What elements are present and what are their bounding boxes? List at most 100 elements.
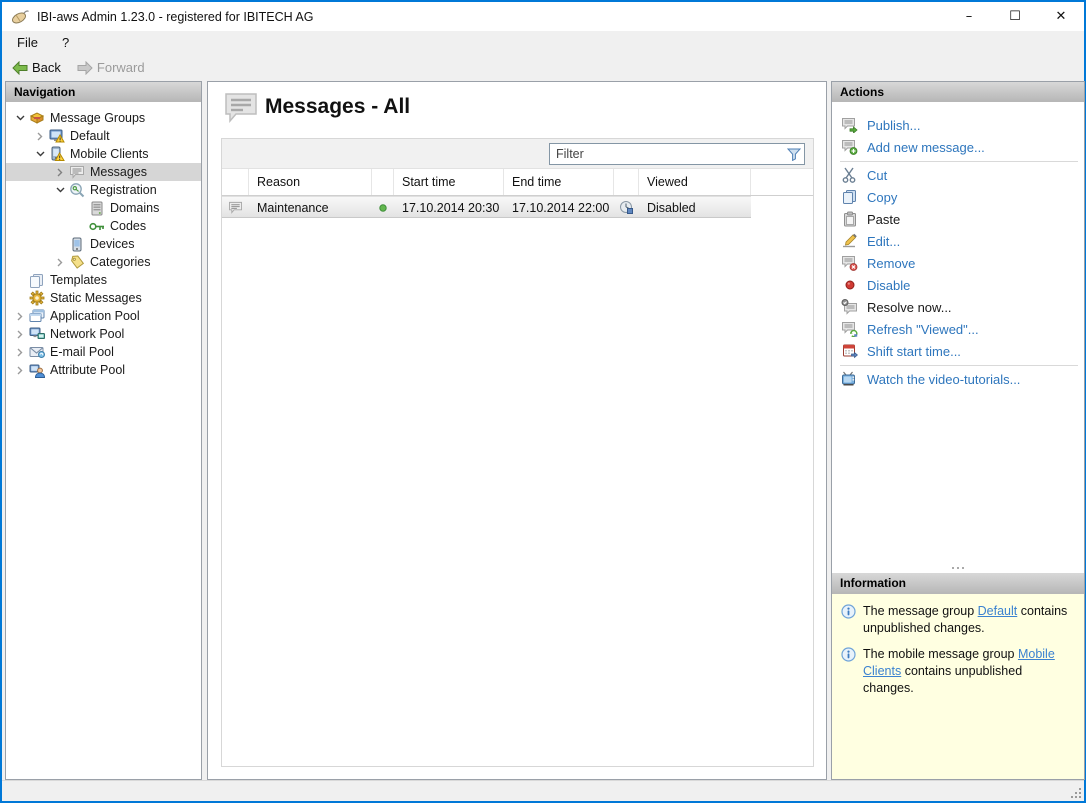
chevron-right-icon[interactable] <box>52 254 68 270</box>
resolve-icon <box>841 299 858 316</box>
chevron-none <box>12 290 28 306</box>
tree-item-domains[interactable]: Domains <box>6 199 201 217</box>
action-shift-start-time[interactable]: Shift start time... <box>832 340 1084 362</box>
close-button[interactable]: ✕ <box>1038 2 1084 31</box>
video-tutorials-icon <box>841 371 858 388</box>
info-icon <box>841 603 856 637</box>
chevron-right-icon[interactable] <box>12 326 28 342</box>
minimize-button[interactable]: – <box>946 2 992 31</box>
resize-grip[interactable] <box>1068 785 1081 798</box>
chevron-right-icon[interactable] <box>52 164 68 180</box>
chevron-down-icon[interactable] <box>52 182 68 198</box>
tree-item-mobile-clients[interactable]: Mobile Clients <box>6 145 201 163</box>
action-disable[interactable]: Disable <box>832 274 1084 296</box>
tree-item-templates[interactable]: Templates <box>6 271 201 289</box>
tree-item-codes[interactable]: Codes <box>6 217 201 235</box>
chevron-right-icon[interactable] <box>12 362 28 378</box>
column-status[interactable] <box>372 169 394 195</box>
filter-input[interactable] <box>550 145 784 163</box>
column-icon[interactable] <box>222 169 249 195</box>
action-watch-video-tutorials[interactable]: Watch the video-tutorials... <box>832 368 1084 390</box>
column-start-time[interactable]: Start time <box>394 169 504 195</box>
message-row[interactable]: Maintenance 17.10.2014 20:30 17.10.2014 … <box>222 196 751 218</box>
chevron-down-icon[interactable] <box>12 110 28 126</box>
information-header: Information <box>832 573 1084 594</box>
chevron-right-icon[interactable] <box>32 128 48 144</box>
add-message-icon <box>841 139 858 156</box>
viewed-cell: Disabled <box>639 197 751 218</box>
navigation-header: Navigation <box>6 82 201 102</box>
edit-icon <box>841 233 858 250</box>
action-copy[interactable]: Copy <box>832 186 1084 208</box>
actions-list: Publish... Add new message... Cut Copy P… <box>832 102 1084 390</box>
main-panel: Messages - All Reason Start time End tim… <box>207 81 827 780</box>
tree-item-default[interactable]: Default <box>6 127 201 145</box>
message-groups-icon <box>28 110 45 126</box>
chevron-right-icon[interactable] <box>12 308 28 324</box>
chevron-none <box>12 272 28 288</box>
action-add-new-message[interactable]: Add new message... <box>832 136 1084 158</box>
back-button[interactable]: Back <box>6 58 67 77</box>
tree-item-messages[interactable]: Messages <box>6 163 201 181</box>
column-reason[interactable]: Reason <box>249 169 372 195</box>
column-viewed[interactable]: Viewed <box>639 169 751 195</box>
action-edit[interactable]: Edit... <box>832 230 1084 252</box>
remove-icon <box>841 255 858 272</box>
chevron-right-icon[interactable] <box>12 344 28 360</box>
device-icon <box>68 236 85 252</box>
tree-item-static-messages[interactable]: Static Messages <box>6 289 201 307</box>
tree-item-registration[interactable]: Registration <box>6 181 201 199</box>
start-time-cell: 17.10.2014 20:30 <box>394 197 504 218</box>
actions-separator <box>840 365 1078 366</box>
templates-icon <box>28 272 45 288</box>
action-remove[interactable]: Remove <box>832 252 1084 274</box>
column-spacer <box>751 169 814 195</box>
chevron-none <box>72 218 88 234</box>
info-item-mobile-clients-group: The mobile message group Mobile Clients … <box>841 646 1076 697</box>
active-status-icon <box>379 204 387 212</box>
default-group-link[interactable]: Default <box>978 604 1018 618</box>
information-splitter-handle[interactable] <box>832 563 1084 573</box>
chevron-down-icon[interactable] <box>32 146 48 162</box>
action-paste: Paste <box>832 208 1084 230</box>
tree-item-application-pool[interactable]: Application Pool <box>6 307 201 325</box>
maximize-button[interactable]: ☐ <box>992 2 1038 31</box>
status-cell <box>372 197 394 218</box>
tree-item-devices[interactable]: Devices <box>6 235 201 253</box>
filter-bar <box>222 139 813 169</box>
column-viewed-icon[interactable] <box>614 169 639 195</box>
menu-help[interactable]: ? <box>53 32 78 53</box>
tree-item-attribute-pool[interactable]: Attribute Pool <box>6 361 201 379</box>
navigation-tree: Message Groups Default Mobile Clients Me… <box>6 102 201 379</box>
filter-field <box>549 143 805 165</box>
messages-page-icon <box>222 91 260 125</box>
forward-arrow-icon <box>77 61 93 75</box>
message-type-cell <box>222 197 249 218</box>
action-refresh-viewed[interactable]: Refresh "Viewed"... <box>832 318 1084 340</box>
titlebar: IBI-aws Admin 1.23.0 - registered for IB… <box>2 2 1084 31</box>
column-end-time[interactable]: End time <box>504 169 614 195</box>
static-messages-icon <box>28 290 45 306</box>
menu-file[interactable]: File <box>8 32 47 53</box>
tree-item-email-pool[interactable]: E-mail Pool <box>6 343 201 361</box>
information-body: The message group Default contains unpub… <box>832 594 1084 779</box>
tree-item-message-groups[interactable]: Message Groups <box>6 109 201 127</box>
end-time-cell: 17.10.2014 22:00 <box>504 197 614 218</box>
actions-panel: Actions Publish... Add new message... Cu… <box>831 81 1085 780</box>
navigation-panel: Navigation Message Groups Default Mobile… <box>5 81 202 780</box>
action-cut[interactable]: Cut <box>832 164 1084 186</box>
chevron-none <box>52 236 68 252</box>
application-pool-icon <box>28 308 45 324</box>
tree-item-network-pool[interactable]: Network Pool <box>6 325 201 343</box>
action-publish[interactable]: Publish... <box>832 114 1084 136</box>
reason-cell: Maintenance <box>249 197 372 218</box>
tree-item-categories[interactable]: Categories <box>6 253 201 271</box>
status-bar <box>2 780 1084 801</box>
messages-list-box: Reason Start time End time Viewed Mainte… <box>221 138 814 767</box>
filter-funnel-icon[interactable] <box>784 148 804 161</box>
page-title: Messages - All <box>265 95 410 119</box>
email-pool-icon <box>28 344 45 360</box>
domains-icon <box>88 200 105 216</box>
actions-header: Actions <box>832 82 1084 102</box>
info-item-default-group: The message group Default contains unpub… <box>841 603 1076 637</box>
